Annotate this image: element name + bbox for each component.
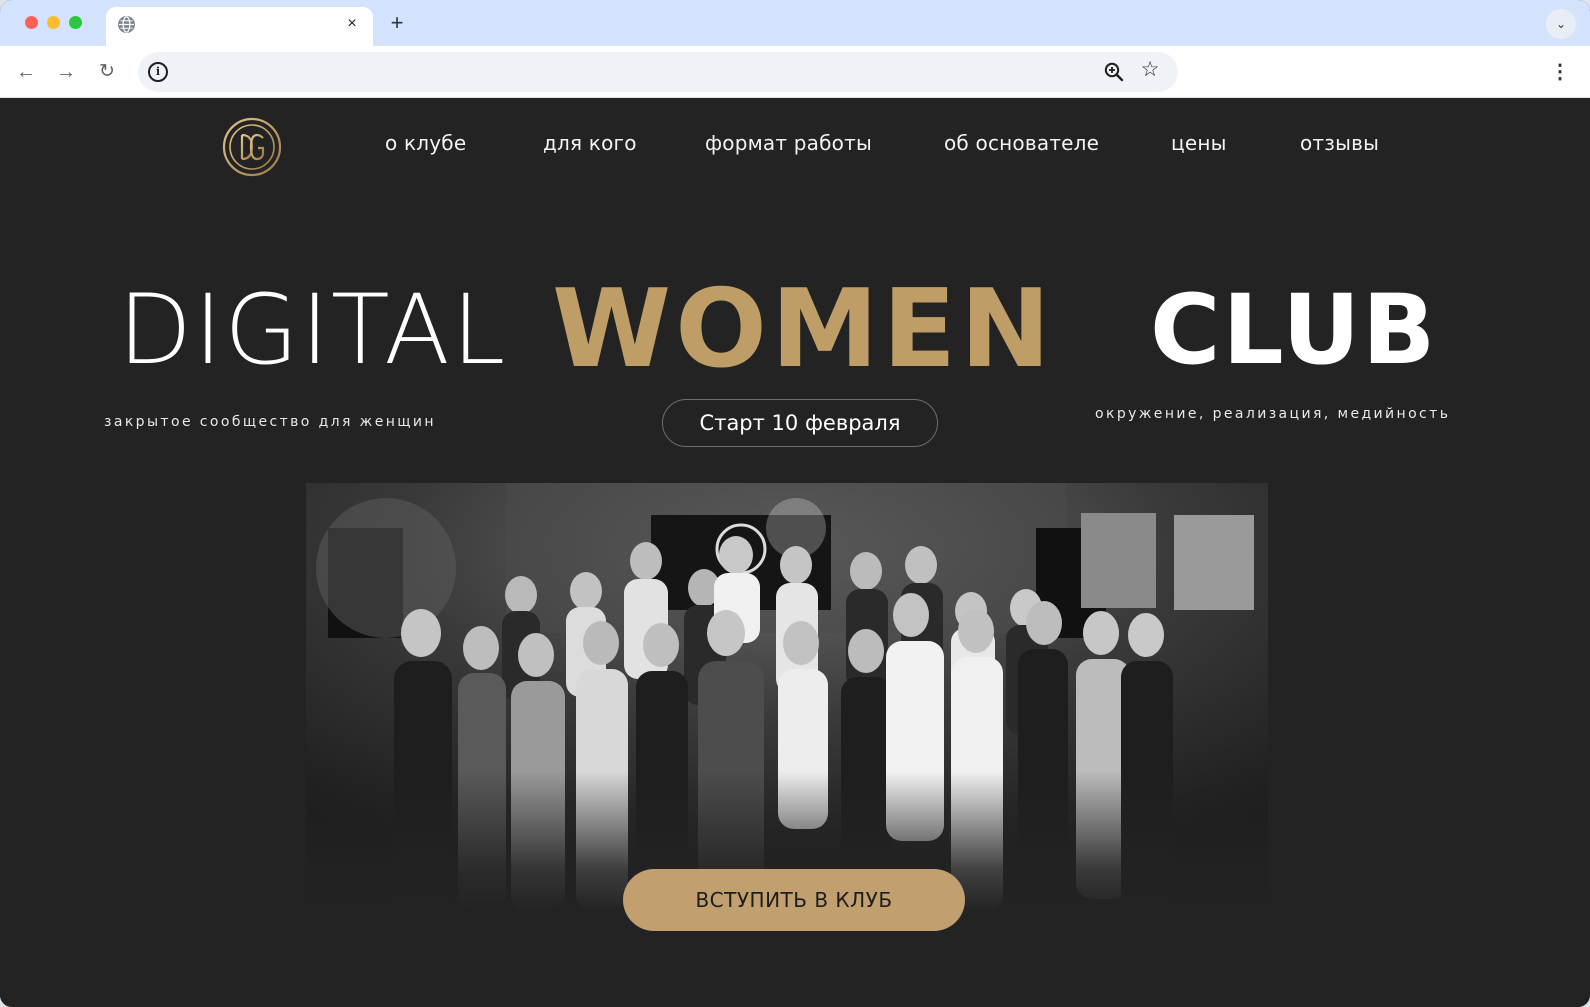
main-nav: о клубе для кого формат работы об основа… [0, 131, 1590, 161]
close-tab-icon[interactable]: × [341, 13, 363, 35]
hero-title-women: WOMEN [552, 267, 1055, 392]
globe-icon [118, 16, 135, 33]
hero-title: DIGITAL WOMEN CLUB [0, 270, 1590, 390]
nav-link-reviews[interactable]: отзывы [1300, 131, 1379, 155]
site-info-icon[interactable]: i [148, 62, 168, 82]
reload-icon[interactable]: ↻ [93, 58, 121, 86]
url-input[interactable] [180, 52, 1060, 92]
address-bar[interactable]: i ☆ [138, 52, 1178, 92]
tagline-left: закрытое сообщество для женщин [104, 414, 436, 430]
join-club-button[interactable]: ВСТУПИТЬ В КЛУБ [623, 869, 965, 931]
tagline-right: окружение, реализация, медийность [1095, 406, 1451, 422]
hero-title-digital: DIGITAL [118, 274, 508, 386]
back-arrow-icon[interactable]: ← [12, 58, 40, 86]
nav-link-founder[interactable]: об основателе [944, 131, 1099, 155]
browser-window: × + ⌄ ← → ↻ i ☆ ⋮ о клубе для кого форма… [0, 0, 1590, 1007]
tab-strip: × + ⌄ [0, 0, 1590, 46]
close-window-button[interactable] [25, 16, 38, 29]
group-photo [306, 483, 1268, 911]
browser-menu-icon[interactable]: ⋮ [1550, 58, 1570, 86]
start-date-badge: Старт 10 февраля [662, 399, 938, 447]
nav-link-prices[interactable]: цены [1171, 131, 1227, 155]
nav-link-about[interactable]: о клубе [385, 131, 466, 155]
browser-tab[interactable]: × [106, 7, 373, 46]
web-page: о клубе для кого формат работы об основа… [0, 98, 1590, 1007]
maximize-window-button[interactable] [69, 16, 82, 29]
hero-title-club: CLUB [1150, 274, 1438, 386]
forward-arrow-icon[interactable]: → [52, 58, 80, 86]
nav-link-format[interactable]: формат работы [705, 131, 872, 155]
zoom-icon[interactable] [1102, 60, 1126, 84]
new-tab-button[interactable]: + [384, 10, 410, 36]
browser-toolbar: ← → ↻ i ☆ ⋮ [0, 46, 1590, 98]
tab-search-chevron-icon[interactable]: ⌄ [1546, 9, 1576, 39]
bookmark-star-icon[interactable]: ☆ [1138, 58, 1162, 82]
nav-link-audience[interactable]: для кого [543, 131, 637, 155]
minimize-window-button[interactable] [47, 16, 60, 29]
